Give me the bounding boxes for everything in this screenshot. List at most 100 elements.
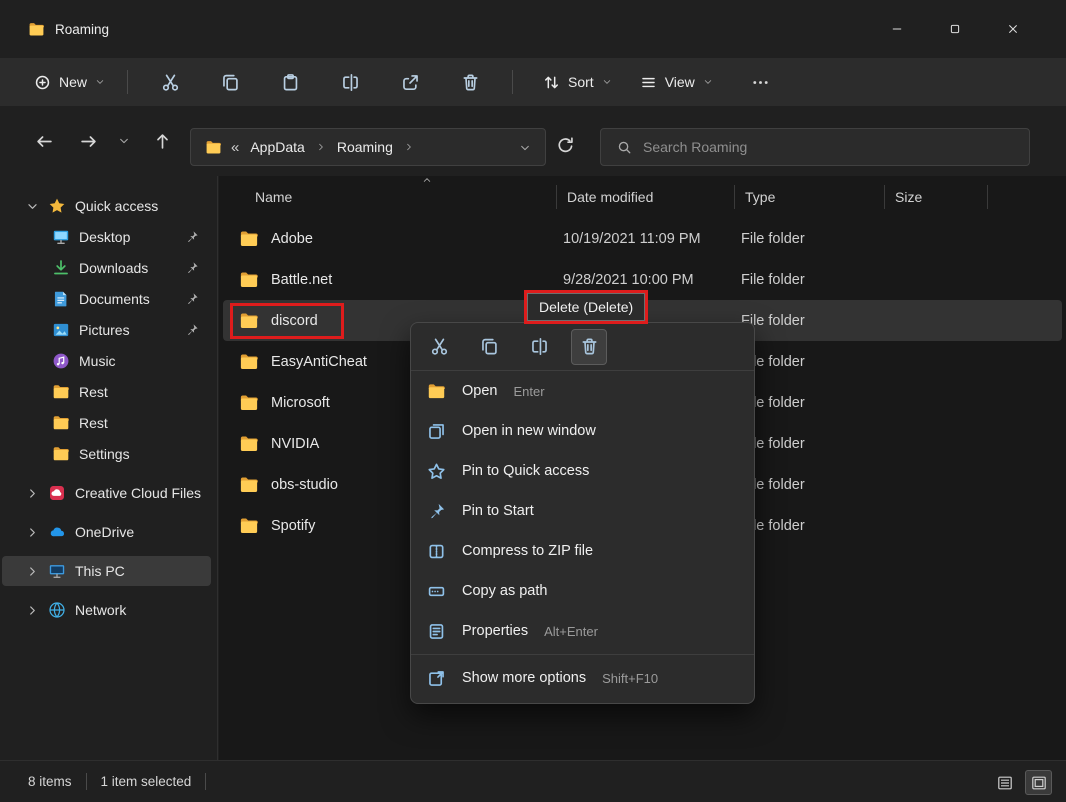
thumbnail-view-icon <box>1031 775 1047 791</box>
sidebar-item-music[interactable]: Music <box>2 346 211 376</box>
column-size-label: Size <box>895 189 923 205</box>
maximize-button[interactable] <box>926 10 984 48</box>
chevron-down-icon <box>703 77 713 87</box>
network-icon <box>48 601 66 619</box>
this-pc-icon <box>48 562 66 580</box>
file-name: Adobe <box>271 230 313 247</box>
forward-button[interactable] <box>70 123 106 159</box>
menu-item-pin-to-quick-access[interactable]: Pin to Quick access <box>411 451 621 491</box>
menu-item-open-in-new-window[interactable]: Open in new window <box>411 411 628 451</box>
breadcrumb-overflow[interactable]: « <box>231 139 239 156</box>
context-menu-iconbar <box>411 323 754 371</box>
rename-button[interactable] <box>330 62 370 102</box>
menu-item-label: Copy as path <box>462 583 548 599</box>
toolbar-separator <box>127 70 129 94</box>
sidebar-item-label: Documents <box>79 291 150 307</box>
delete-icon <box>461 73 480 92</box>
share-button[interactable] <box>390 62 430 102</box>
sidebar-item-label: Rest <box>79 384 108 400</box>
menu-item-pin-to-start[interactable]: Pin to Start <box>411 491 566 531</box>
menu-item-properties[interactable]: Properties Alt+Enter <box>411 611 614 651</box>
chevron-right-icon[interactable] <box>26 526 39 539</box>
more-options-button[interactable] <box>741 62 781 102</box>
menu-item-copy-as-path[interactable]: Copy as path <box>411 571 579 611</box>
search-input[interactable] <box>643 139 1013 155</box>
chevron-right-icon[interactable] <box>26 604 39 617</box>
sidebar-item-label: Network <box>75 602 127 618</box>
file-type: File folder <box>741 271 805 288</box>
status-bar: 8 items 1 item selected <box>0 760 1066 802</box>
breadcrumb-appdata[interactable]: AppData <box>248 137 306 157</box>
column-header-name[interactable]: Name <box>219 178 557 209</box>
sidebar-item-documents[interactable]: Documents <box>2 284 211 314</box>
file-name: Battle.net <box>271 271 333 288</box>
pin-icon <box>185 292 199 306</box>
chevron-right-icon <box>316 142 326 152</box>
sidebar-item-onedrive[interactable]: OneDrive <box>2 517 211 547</box>
folder-icon <box>52 445 70 463</box>
sidebar-item-downloads[interactable]: Downloads <box>2 253 211 283</box>
chevron-right-icon[interactable] <box>26 487 39 500</box>
address-bar[interactable]: « AppData Roaming <box>190 128 546 166</box>
sidebar-item-pictures[interactable]: Pictures <box>2 315 211 345</box>
sidebar-item-creative-cloud-files[interactable]: Creative Cloud Files <box>2 478 211 508</box>
sidebar-item-network[interactable]: Network <box>2 595 211 625</box>
sidebar-item-quick-access[interactable]: Quick access <box>2 191 211 221</box>
view-icon <box>640 74 657 91</box>
refresh-button[interactable] <box>556 136 578 158</box>
copy-button[interactable] <box>471 329 507 365</box>
rename-button[interactable] <box>521 329 557 365</box>
close-button[interactable] <box>984 10 1042 48</box>
new-button[interactable]: New <box>24 68 115 97</box>
delete-button[interactable] <box>571 328 607 365</box>
breadcrumb-roaming[interactable]: Roaming <box>335 137 395 157</box>
sidebar-item-rest[interactable]: Rest <box>2 408 211 438</box>
close-icon <box>1007 23 1019 35</box>
file-explorer-window: Roaming New Sort View « AppData Roaming … <box>0 0 1066 802</box>
file-name: discord <box>271 312 318 329</box>
sidebar-item-rest[interactable]: Rest <box>2 377 211 407</box>
copy-path-icon <box>427 582 446 601</box>
cut-button[interactable] <box>421 329 457 365</box>
chevron-right-icon <box>404 142 414 152</box>
desktop-icon <box>52 228 70 246</box>
view-button[interactable]: View <box>630 68 723 97</box>
address-dropdown-button[interactable] <box>519 141 531 153</box>
folder-icon <box>239 229 259 249</box>
menu-item-compress-to-zip-file[interactable]: Compress to ZIP file <box>411 531 625 571</box>
sidebar-item-this-pc[interactable]: This PC <box>2 556 211 586</box>
up-button[interactable] <box>144 123 180 159</box>
chevron-right-icon[interactable] <box>26 565 39 578</box>
share-icon <box>401 73 420 92</box>
sort-button[interactable]: Sort <box>533 68 622 97</box>
copy-icon <box>480 337 499 356</box>
minimize-button[interactable] <box>868 10 926 48</box>
back-button[interactable] <box>26 123 62 159</box>
sidebar-item-settings[interactable]: Settings <box>2 439 211 469</box>
cut-button[interactable] <box>150 62 190 102</box>
delete-button[interactable] <box>450 62 490 102</box>
thumbnail-view-button[interactable] <box>1025 770 1052 795</box>
menu-item-open[interactable]: Open Enter <box>411 371 561 411</box>
recent-locations-button[interactable] <box>110 123 138 159</box>
sidebar-item-desktop[interactable]: Desktop <box>2 222 211 252</box>
pin-icon <box>185 323 199 337</box>
column-header-type[interactable]: Type <box>735 185 885 209</box>
item-count: 8 items <box>28 774 72 789</box>
column-header-size[interactable]: Size <box>885 185 988 209</box>
folder-icon <box>239 311 259 331</box>
file-row-adobe[interactable]: Adobe 10/19/2021 11:09 PM File folder <box>223 218 1062 259</box>
chevron-down-icon[interactable] <box>26 200 39 213</box>
file-type: File folder <box>741 312 805 329</box>
paste-button[interactable] <box>270 62 310 102</box>
app-folder-icon <box>28 21 45 38</box>
details-view-button[interactable] <box>991 770 1018 795</box>
sidebar-item-label: Rest <box>79 415 108 431</box>
annotation-delete-tooltip-highlight: Delete (Delete) <box>524 290 649 324</box>
menu-item-show-more-options[interactable]: Show more options Shift+F10 <box>411 658 674 698</box>
sidebar-item-label: Desktop <box>79 229 131 245</box>
column-header-date-modified[interactable]: Date modified <box>557 185 735 209</box>
chevron-down-icon <box>118 135 130 147</box>
zip-icon <box>427 542 446 561</box>
copy-button[interactable] <box>210 62 250 102</box>
